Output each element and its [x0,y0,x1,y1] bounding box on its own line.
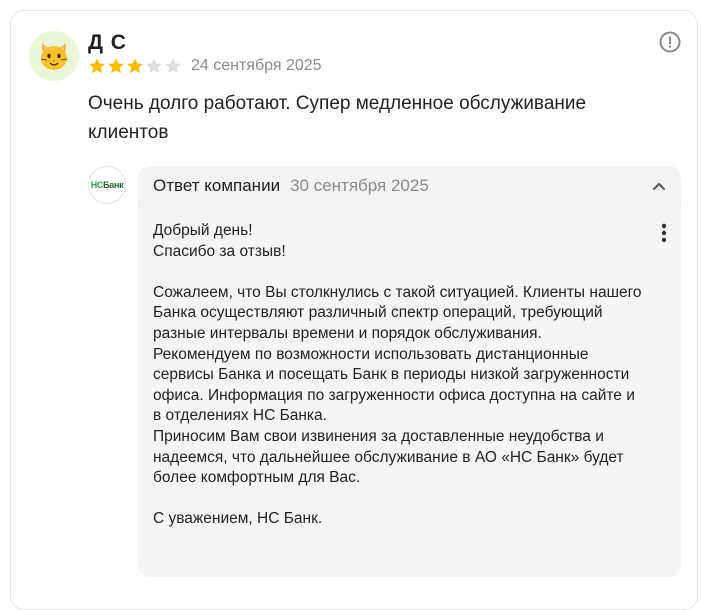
cat-face-icon [40,43,68,70]
review-card: Д С 24 сентября 2025 Очень долго работаю… [10,10,698,610]
avatar[interactable] [29,31,79,81]
reply-text: Добрый день! Спасибо за отзыв! Сожалеем,… [153,222,642,528]
star-filled-icon [127,58,143,74]
star-empty-icon [165,58,181,74]
review-date: 24 сентября 2025 [191,57,322,74]
star-empty-icon [146,58,162,74]
company-logo: НС Банк [88,166,126,204]
author-name: Д С [88,31,127,54]
rating-stars [88,57,182,75]
star-filled-icon [89,58,105,74]
chevron-up-icon[interactable] [651,178,667,194]
review-text: Очень долго работают. Супер медленное об… [88,93,587,143]
exclamation-circle-icon[interactable] [659,31,681,53]
logo-text-green: НС [90,180,104,190]
reply-title: Ответ компании [153,176,281,195]
reply-header[interactable]: Ответ компании 30 сентября 2025 [153,176,429,196]
logo-text-dark: Банк [103,180,124,190]
more-vertical-icon[interactable] [661,223,667,243]
star-filled-icon [108,58,124,74]
company-reply: Ответ компании 30 сентября 2025 Добрый д… [138,166,681,577]
reply-body: Добрый день! Спасибо за отзыв! Сожалеем,… [138,206,681,577]
reply-date: 30 сентября 2025 [290,176,429,195]
